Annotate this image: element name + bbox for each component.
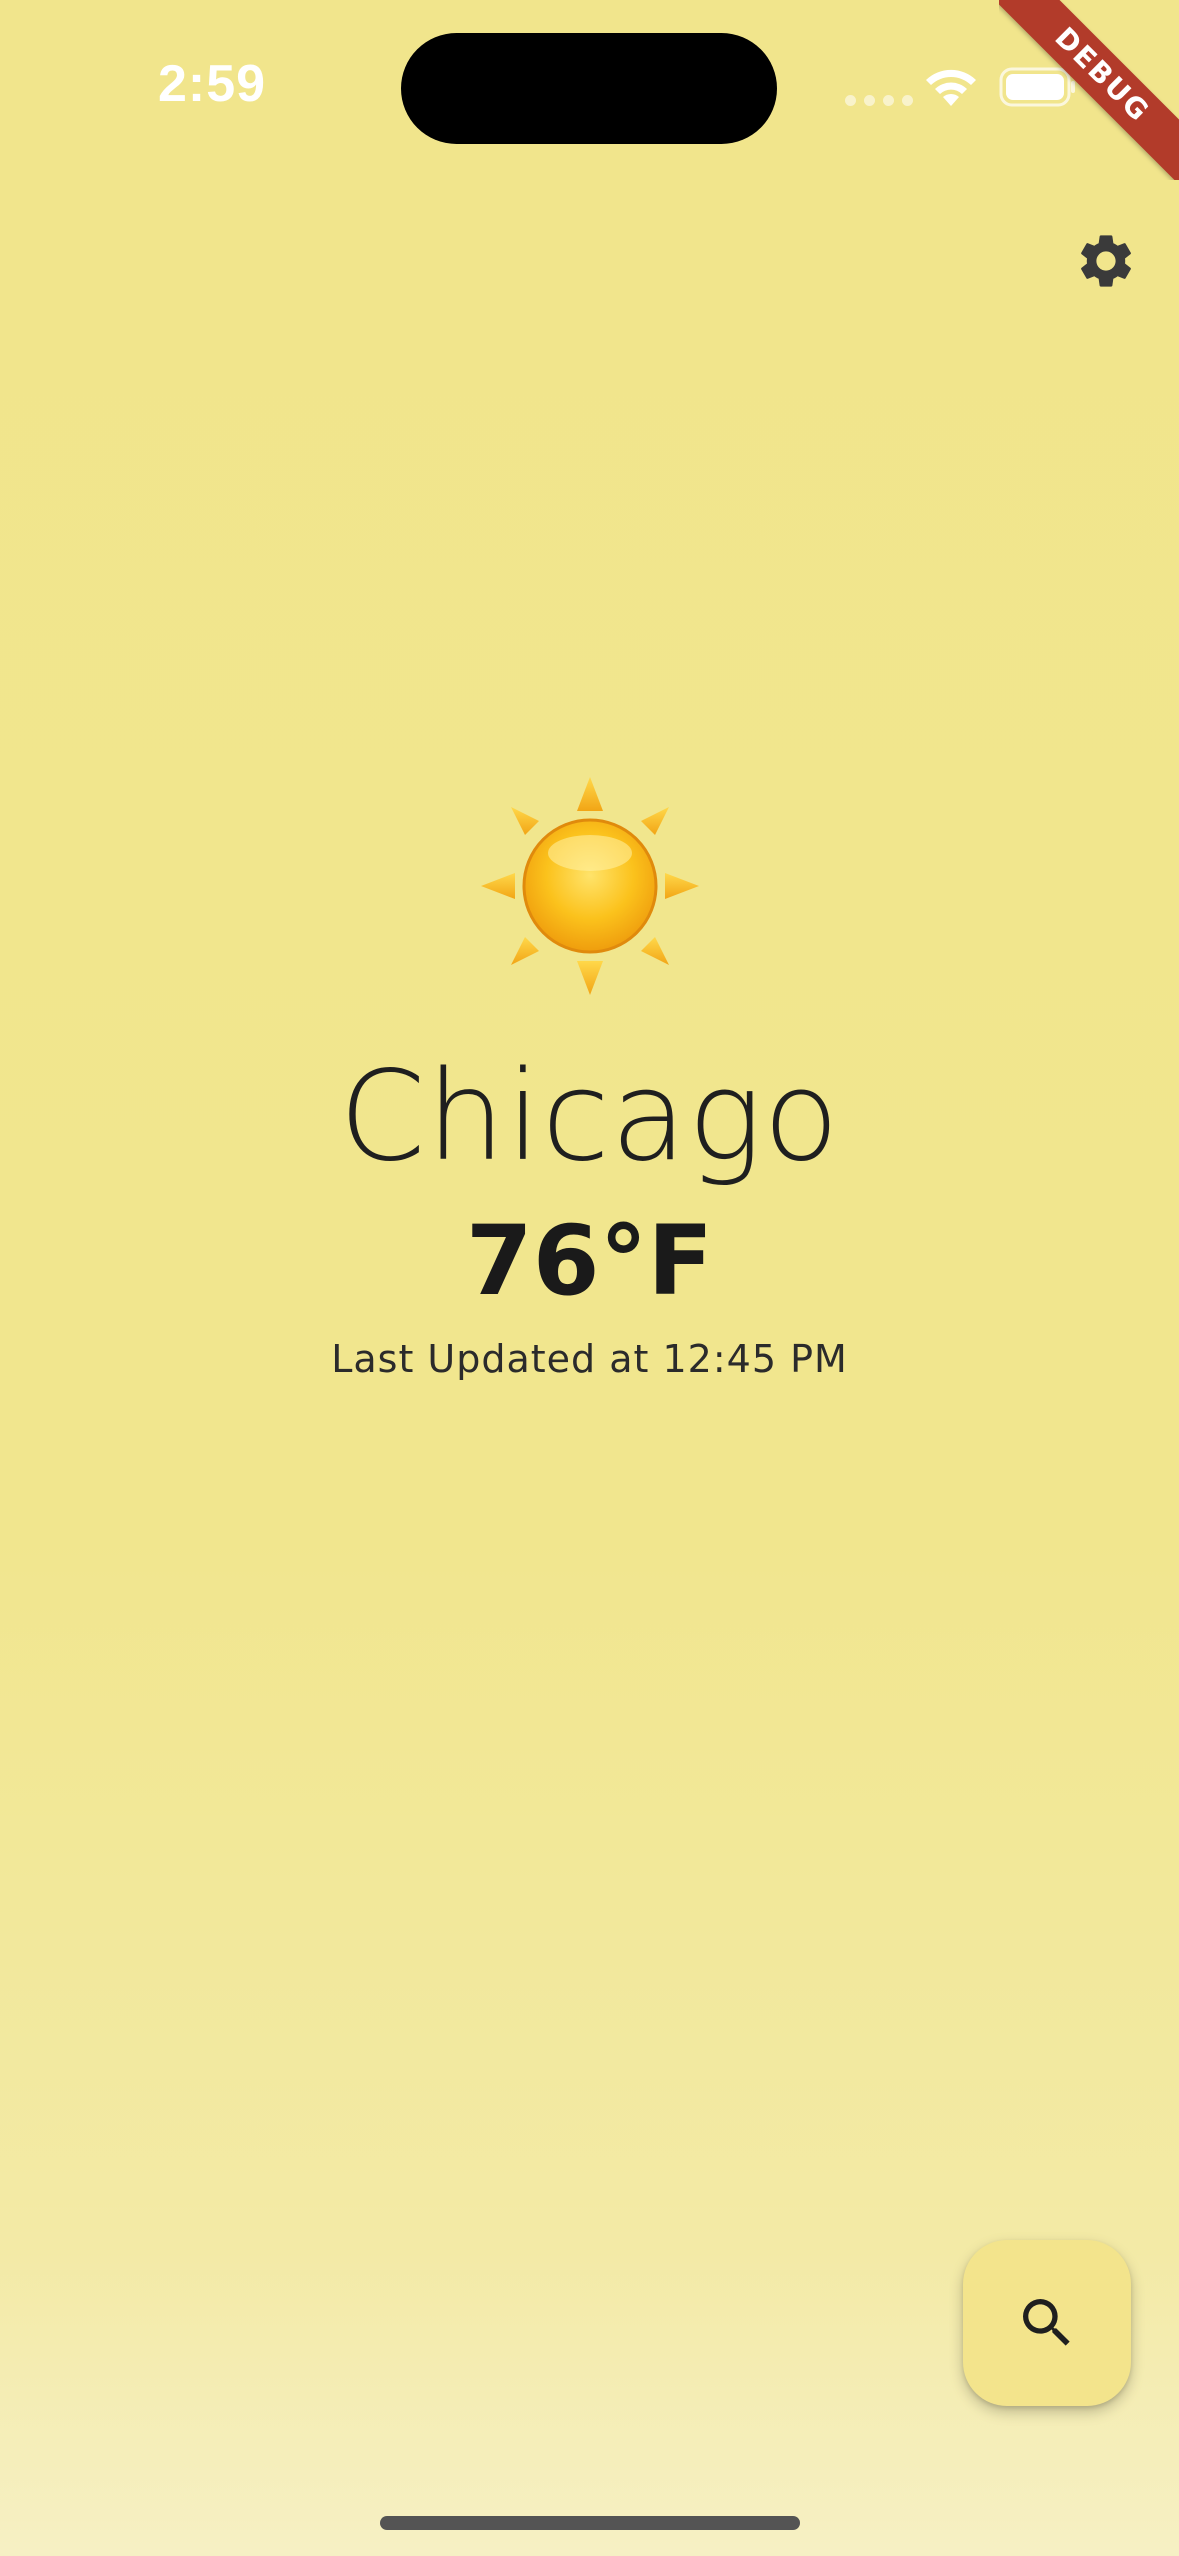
debug-banner-label: DEBUG (999, 0, 1179, 180)
search-icon (1023, 2299, 1070, 2346)
home-indicator[interactable] (380, 2516, 800, 2530)
wifi-icon (926, 69, 976, 106)
city-name: Chicago (338, 1045, 841, 1189)
gear-icon (1081, 235, 1131, 287)
temperature: 76°F (465, 1205, 714, 1317)
search-button[interactable] (963, 2240, 1131, 2406)
settings-button[interactable] (1068, 223, 1144, 299)
cellular-signal-icon (845, 95, 913, 106)
debug-banner: DEBUG (999, 0, 1179, 180)
dynamic-island (401, 33, 777, 144)
last-updated-text: Last Updated at 12:45 PM (331, 1337, 848, 1381)
status-time: 2:59 (158, 55, 267, 113)
sun-icon (481, 777, 699, 995)
